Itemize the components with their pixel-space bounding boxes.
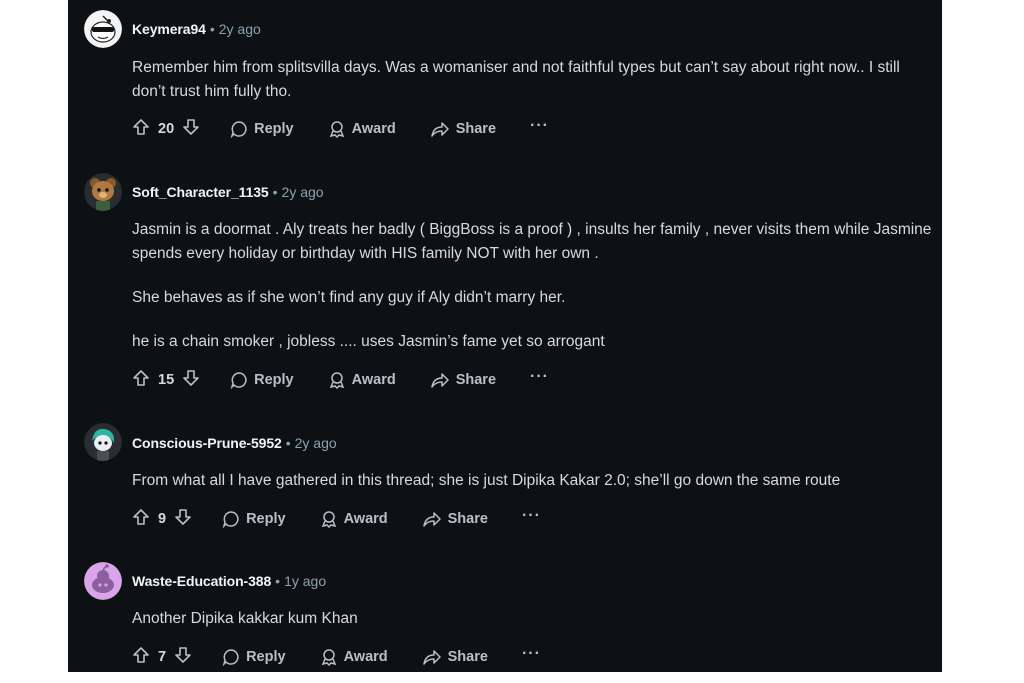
user-avatar[interactable] bbox=[84, 562, 122, 600]
reply-label: Reply bbox=[254, 121, 294, 137]
username[interactable]: Conscious-Prune-5952 bbox=[132, 435, 282, 451]
reply-label: Reply bbox=[246, 511, 286, 527]
separator-dot: • bbox=[285, 435, 291, 451]
vote-group: 20 bbox=[132, 118, 200, 140]
upvote-icon[interactable] bbox=[132, 118, 150, 140]
award-button[interactable]: Award bbox=[320, 510, 388, 528]
award-icon bbox=[328, 371, 346, 389]
comment-actions: 15 Reply Award Share ··· bbox=[132, 368, 549, 392]
comment-bubble-icon bbox=[222, 648, 240, 666]
more-options-button[interactable]: ··· bbox=[530, 369, 549, 385]
award-button[interactable]: Award bbox=[320, 648, 388, 666]
award-icon bbox=[320, 648, 338, 666]
comment-bubble-icon bbox=[230, 120, 248, 138]
downvote-icon[interactable] bbox=[174, 646, 192, 668]
award-label: Award bbox=[343, 649, 388, 665]
vote-count: 9 bbox=[158, 511, 167, 527]
comment-meta: Waste-Education-388 • 1y ago bbox=[132, 571, 326, 591]
award-icon bbox=[328, 120, 346, 138]
separator-dot: • bbox=[275, 573, 281, 589]
comment-text: he is a chain smoker , jobless .... uses… bbox=[132, 333, 605, 350]
share-icon bbox=[422, 510, 442, 528]
user-avatar[interactable] bbox=[84, 10, 122, 48]
reply-label: Reply bbox=[246, 649, 286, 665]
award-label: Award bbox=[351, 121, 396, 137]
vote-group: 15 bbox=[132, 369, 200, 391]
share-icon bbox=[430, 371, 450, 389]
timestamp[interactable]: 2y ago bbox=[295, 435, 337, 451]
vote-group: 7 bbox=[132, 646, 192, 668]
comment-actions: 7 Reply Award Share ··· bbox=[132, 645, 541, 669]
vote-count: 7 bbox=[158, 649, 167, 665]
comment-bubble-icon bbox=[230, 371, 248, 389]
share-label: Share bbox=[447, 649, 488, 665]
more-options-button[interactable]: ··· bbox=[530, 118, 549, 134]
user-avatar[interactable] bbox=[84, 423, 122, 461]
award-label: Award bbox=[343, 511, 388, 527]
vote-count: 20 bbox=[158, 121, 175, 137]
upvote-icon[interactable] bbox=[132, 508, 150, 530]
timestamp[interactable]: 1y ago bbox=[284, 573, 326, 589]
downvote-icon[interactable] bbox=[182, 369, 200, 391]
share-button[interactable]: Share bbox=[422, 510, 488, 528]
reply-button[interactable]: Reply bbox=[222, 648, 286, 666]
comment-text: Remember him from splitsvilla days. Was … bbox=[132, 59, 900, 100]
timestamp[interactable]: 2y ago bbox=[282, 184, 324, 200]
vote-count: 15 bbox=[158, 372, 175, 388]
share-icon bbox=[430, 120, 450, 138]
share-label: Share bbox=[447, 511, 488, 527]
upvote-icon[interactable] bbox=[132, 369, 150, 391]
reply-button[interactable]: Reply bbox=[230, 371, 294, 389]
comment-meta: Soft_Character_1135 • 2y ago bbox=[132, 182, 324, 202]
reply-label: Reply bbox=[254, 372, 294, 388]
comment-meta: Keymera94 • 2y ago bbox=[132, 19, 261, 39]
separator-dot: • bbox=[272, 184, 278, 200]
downvote-icon[interactable] bbox=[174, 508, 192, 530]
award-button[interactable]: Award bbox=[328, 371, 396, 389]
comment-text: Jasmin is a doormat . Aly treats her bad… bbox=[132, 221, 932, 262]
user-avatar[interactable] bbox=[84, 173, 122, 211]
comment-body: Jasmin is a doormat . Aly treats her bad… bbox=[132, 218, 932, 374]
share-button[interactable]: Share bbox=[430, 120, 496, 138]
comment-text: From what all I have gathered in this th… bbox=[132, 472, 841, 489]
comments-panel: Keymera94 • 2y ago Remember him from split… bbox=[68, 0, 942, 672]
comment-body: Remember him from splitsvilla days. Was … bbox=[132, 56, 912, 124]
share-button[interactable]: Share bbox=[422, 648, 488, 666]
upvote-icon[interactable] bbox=[132, 646, 150, 668]
award-icon bbox=[320, 510, 338, 528]
reply-button[interactable]: Reply bbox=[230, 120, 294, 138]
award-label: Award bbox=[351, 372, 396, 388]
username[interactable]: Waste-Education-388 bbox=[132, 573, 271, 589]
thread-line[interactable] bbox=[68, 0, 74, 60]
share-button[interactable]: Share bbox=[430, 371, 496, 389]
reply-button[interactable]: Reply bbox=[222, 510, 286, 528]
share-label: Share bbox=[455, 121, 497, 137]
separator-dot: • bbox=[209, 21, 215, 37]
more-options-button[interactable]: ··· bbox=[522, 508, 541, 524]
comment-actions: 9 Reply Award Share ··· bbox=[132, 507, 541, 531]
comment-actions: 20 Reply Award Share ··· bbox=[132, 117, 549, 141]
award-button[interactable]: Award bbox=[328, 120, 396, 138]
share-label: Share bbox=[455, 372, 497, 388]
username[interactable]: Keymera94 bbox=[132, 21, 206, 37]
comment-meta: Conscious-Prune-5952 • 2y ago bbox=[132, 433, 337, 453]
vote-group: 9 bbox=[132, 508, 192, 530]
comment-bubble-icon bbox=[222, 510, 240, 528]
timestamp[interactable]: 2y ago bbox=[219, 21, 261, 37]
username[interactable]: Soft_Character_1135 bbox=[132, 184, 269, 200]
more-options-button[interactable]: ··· bbox=[522, 646, 541, 662]
comment-text: She behaves as if she won’t find any guy… bbox=[132, 289, 566, 306]
share-icon bbox=[422, 648, 442, 666]
downvote-icon[interactable] bbox=[182, 118, 200, 140]
comment-text: Another Dipika kakkar kum Khan bbox=[132, 610, 358, 627]
